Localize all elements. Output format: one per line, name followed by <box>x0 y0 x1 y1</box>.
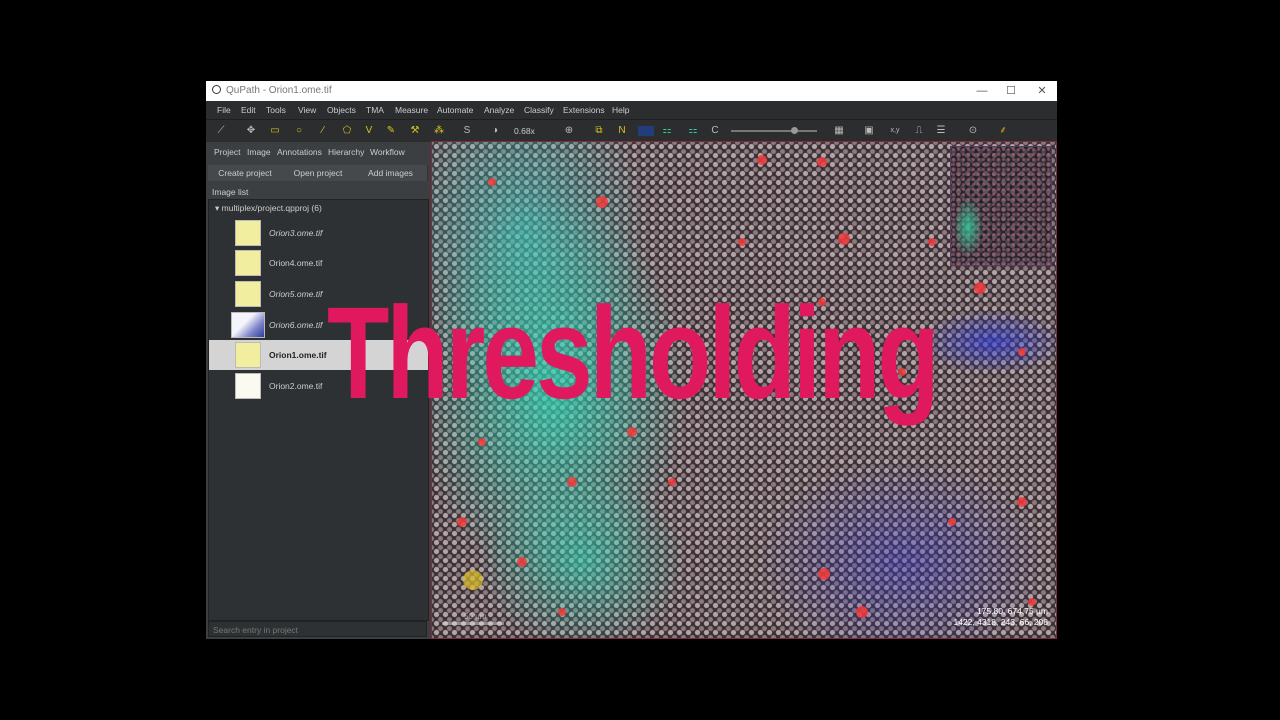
menu-objects[interactable]: Objects <box>327 105 356 115</box>
image-thumbnail <box>235 373 261 399</box>
cursor-location-readout: 175.80, 674.75 µm 1422, 4318, 243, 66, 2… <box>953 606 1048 628</box>
menu-measure[interactable]: Measure <box>395 105 428 115</box>
measure-icon[interactable]: ⟋ <box>212 123 230 139</box>
image-name: Orion4.ome.tif <box>269 258 323 268</box>
menu-view[interactable]: View <box>298 105 316 115</box>
line-icon[interactable]: ⁄ <box>314 123 332 139</box>
ellipse-icon[interactable]: ○ <box>290 123 308 139</box>
polyline-icon[interactable]: V <box>360 123 378 139</box>
image-thumbnail <box>235 220 261 246</box>
toolbar: ⟋ ✥ ▭ ○ ⁄ ⬠ V ✎ ⚒ ⁂ S ◑ 0.68x ⊕ ⧉ N ⚏ ⚏ … <box>206 119 1057 142</box>
selection-mode-icon[interactable]: S <box>458 123 476 139</box>
wand-icon[interactable]: ⚒ <box>406 123 424 139</box>
project-search-input[interactable]: Search entry in project <box>208 621 427 637</box>
image-name: Orion5.ome.tif <box>269 289 323 299</box>
overview-icon[interactable]: ▣ <box>860 123 878 139</box>
image-name: Orion3.ome.tif <box>269 228 323 238</box>
polygon-icon[interactable]: ⬠ <box>338 123 356 139</box>
fill-detections-icon[interactable]: ⚏ <box>684 123 702 139</box>
add-images-button[interactable]: Add images <box>354 165 428 181</box>
panel-tabs: Project Image Annotations Hierarchy Work… <box>208 143 428 161</box>
project-tree-root[interactable]: ▾ multiplex/project.qpproj (6) <box>215 203 322 214</box>
detections-icon[interactable]: ⚏ <box>658 123 676 139</box>
image-name: Orion2.ome.tif <box>269 381 323 391</box>
menu-classify[interactable]: Classify <box>524 105 554 115</box>
minimize-button[interactable]: — <box>970 83 994 99</box>
open-project-button[interactable]: Open project <box>282 165 355 181</box>
cell-boundaries-toggle[interactable]: C <box>706 123 724 139</box>
list-item[interactable]: Orion3.ome.tif <box>209 218 428 248</box>
coords-pixel-values: 1422, 4318, 243, 66, 208 <box>953 617 1048 627</box>
tma-grid-icon[interactable] <box>638 126 654 136</box>
brush-icon[interactable]: ✎ <box>382 123 400 139</box>
tab-image[interactable]: Image <box>247 147 271 157</box>
image-name: Orion1.ome.tif <box>269 350 327 360</box>
script-editor-icon[interactable]: ⸙ <box>994 123 1012 139</box>
mouse-cursor-highlight <box>463 570 483 590</box>
image-thumbnail <box>231 312 265 338</box>
coords-micrometers: 175.80, 674.75 µm <box>976 606 1048 616</box>
measurement-table-icon[interactable]: ☰ <box>932 123 950 139</box>
title-bar: QuPath - Orion1.ome.tif — ☐ ✕ <box>206 81 1057 101</box>
tab-project[interactable]: Project <box>214 147 240 157</box>
tab-workflow[interactable]: Workflow <box>370 147 405 157</box>
scale-bar: 50 µm <box>442 612 504 626</box>
grid-icon[interactable]: ▦ <box>830 123 848 139</box>
menu-analyze[interactable]: Analyze <box>484 105 514 115</box>
image-thumbnail <box>235 250 261 276</box>
menu-bar: File Edit Tools View Objects TMA Measure… <box>206 101 1057 119</box>
menu-edit[interactable]: Edit <box>241 105 256 115</box>
scale-bar-label: 50 µm <box>464 612 487 621</box>
menu-file[interactable]: File <box>217 105 231 115</box>
maximize-button[interactable]: ☐ <box>999 83 1023 99</box>
close-button[interactable]: ✕ <box>1030 83 1054 99</box>
menu-help[interactable]: Help <box>612 105 629 115</box>
rectangle-icon[interactable]: ▭ <box>266 123 284 139</box>
opacity-slider-knob[interactable] <box>791 127 798 134</box>
opacity-slider[interactable] <box>731 130 817 132</box>
menu-extensions[interactable]: Extensions <box>563 105 605 115</box>
qupath-logo-icon <box>212 85 221 94</box>
image-name: Orion6.ome.tif <box>269 320 323 330</box>
overview-thumbnail[interactable] <box>950 146 1052 266</box>
image-list-label: Image list <box>212 187 249 197</box>
zoom-to-fit-icon[interactable]: ⊕ <box>560 123 578 139</box>
location-icon[interactable]: x,y <box>886 123 904 139</box>
create-project-button[interactable]: Create project <box>208 165 283 181</box>
points-icon[interactable]: ⁂ <box>430 123 448 139</box>
project-root-label: multiplex/project.qpproj (6) <box>221 203 322 213</box>
menu-tools[interactable]: Tools <box>266 105 286 115</box>
overlay-icon[interactable]: ⧉ <box>590 123 608 139</box>
scalebar-icon[interactable]: ⎍ <box>910 123 928 139</box>
zoom-level: 0.68x <box>514 126 535 136</box>
annotations-toggle[interactable]: N <box>613 123 631 139</box>
menu-automate[interactable]: Automate <box>437 105 473 115</box>
project-buttons: Create project Open project Add images <box>208 163 428 183</box>
tab-annotations[interactable]: Annotations <box>277 147 322 157</box>
command-list-icon[interactable]: ⊙ <box>964 123 982 139</box>
menu-tma[interactable]: TMA <box>366 105 384 115</box>
image-thumbnail <box>235 342 261 368</box>
window-title: QuPath - Orion1.ome.tif <box>226 85 332 96</box>
image-thumbnail <box>235 281 261 307</box>
thresholding-title-overlay: Thresholding <box>327 279 940 426</box>
tab-hierarchy[interactable]: Hierarchy <box>328 147 364 157</box>
contrast-icon[interactable]: ◑ <box>486 123 504 139</box>
list-item[interactable]: Orion4.ome.tif <box>209 248 428 278</box>
move-icon[interactable]: ✥ <box>242 123 260 139</box>
